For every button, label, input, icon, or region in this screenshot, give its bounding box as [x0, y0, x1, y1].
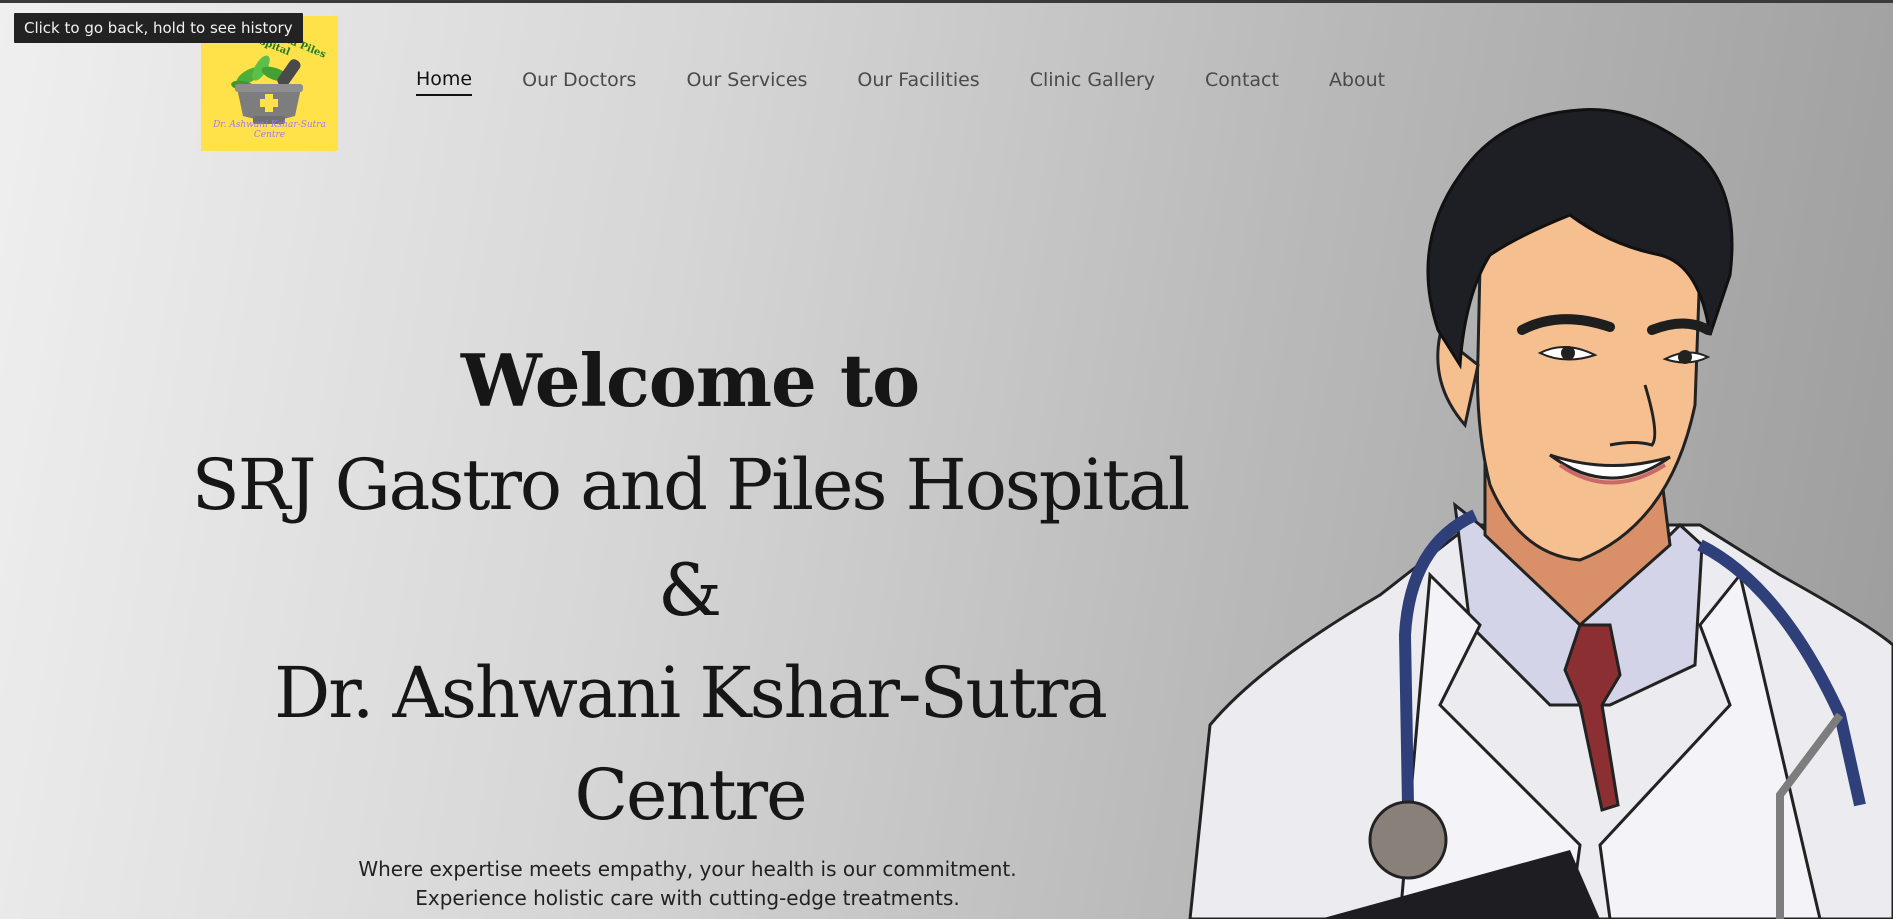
hero-ampersand: &	[657, 548, 723, 632]
window-top-border	[0, 0, 1893, 3]
nav-our-services[interactable]: Our Services	[686, 69, 807, 95]
hero-welcome-line: Welcome to	[460, 338, 920, 423]
hero-centre-name: Dr. Ashwani Kshar-Sutra Centre	[274, 652, 1108, 836]
nav-our-facilities[interactable]: Our Facilities	[857, 69, 979, 95]
tagline-line-1: Where expertise meets empathy, your heal…	[358, 857, 1017, 881]
logo-bottom-text: Dr. Ashwani Kshar-Sutra Centre	[213, 120, 326, 140]
nav-about[interactable]: About	[1329, 69, 1385, 95]
nav-clinic-gallery[interactable]: Clinic Gallery	[1030, 69, 1155, 95]
hero-hospital-name: SRJ Gastro and Piles Hospital	[191, 444, 1190, 526]
nav-our-doctors[interactable]: Our Doctors	[522, 69, 636, 95]
hero-tagline: Where expertise meets empathy, your heal…	[290, 855, 1085, 913]
nav-contact[interactable]: Contact	[1205, 69, 1279, 95]
nav-home[interactable]: Home	[416, 68, 473, 96]
back-button-tooltip: Click to go back, hold to see history	[14, 13, 303, 43]
doctor-illustration	[1188, 108, 1893, 919]
hero-heading: Welcome to SRJ Gastro and Piles Hospital…	[190, 330, 1190, 846]
tagline-line-2: Experience holistic care with cutting-ed…	[415, 886, 960, 910]
main-navigation: Home Our Doctors Our Services Our Facili…	[416, 68, 1435, 96]
